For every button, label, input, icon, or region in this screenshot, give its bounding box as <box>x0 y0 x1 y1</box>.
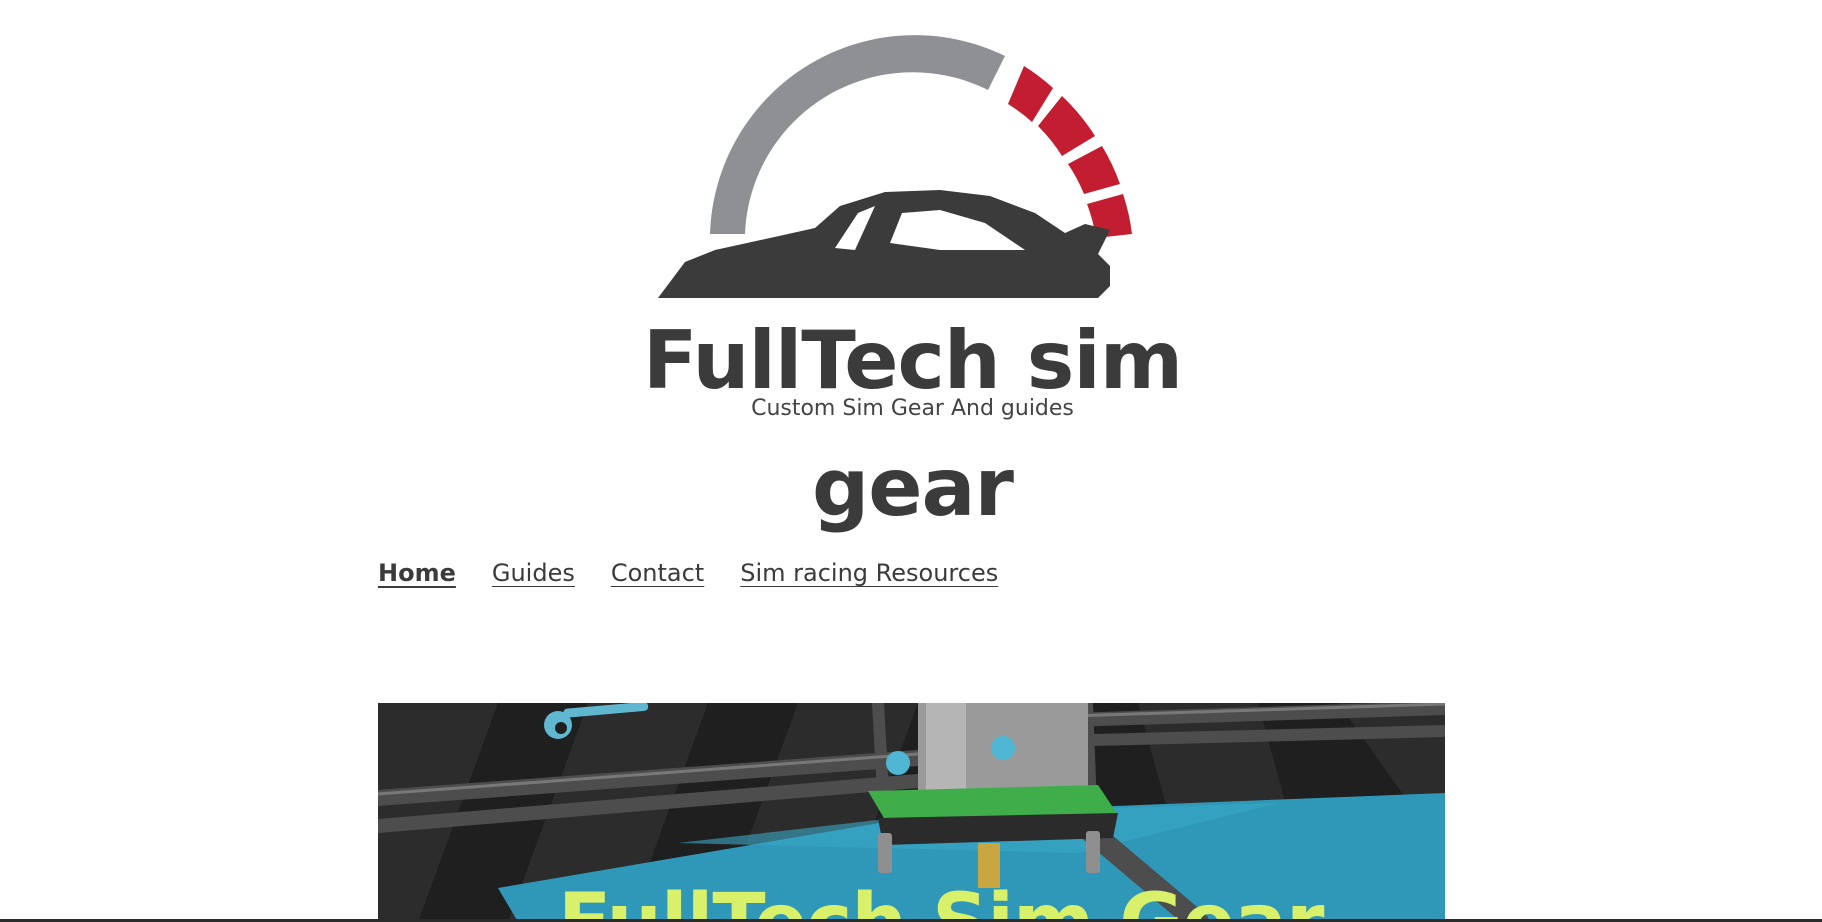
gauge-red-segment-3 <box>1068 146 1120 194</box>
hero-banner-image: FullTech Sim Gear <box>378 703 1445 922</box>
main-navigation: Home Guides Contact Sim racing Resources <box>378 555 998 591</box>
page: FullTech sim Custom Sim Gear And guides … <box>0 0 1822 922</box>
logo-tagline: Custom Sim Gear And guides <box>751 396 1074 421</box>
gauge-red-segment-1 <box>1008 66 1053 122</box>
logo-gauge-car-graphic <box>658 35 1132 298</box>
nav-item-guides[interactable]: Guides <box>492 555 575 591</box>
gauge-red-segment-2 <box>1038 96 1095 156</box>
logo-title-line2: gear <box>812 441 1014 534</box>
nav-item-contact[interactable]: Contact <box>611 555 704 591</box>
nav-item-sim-racing-resources[interactable]: Sim racing Resources <box>740 555 998 591</box>
hero-title-text: FullTech Sim Gear <box>558 878 1324 922</box>
site-logo-link[interactable]: FullTech sim Custom Sim Gear And guides … <box>640 28 1185 534</box>
nav-item-home[interactable]: Home <box>378 555 456 591</box>
